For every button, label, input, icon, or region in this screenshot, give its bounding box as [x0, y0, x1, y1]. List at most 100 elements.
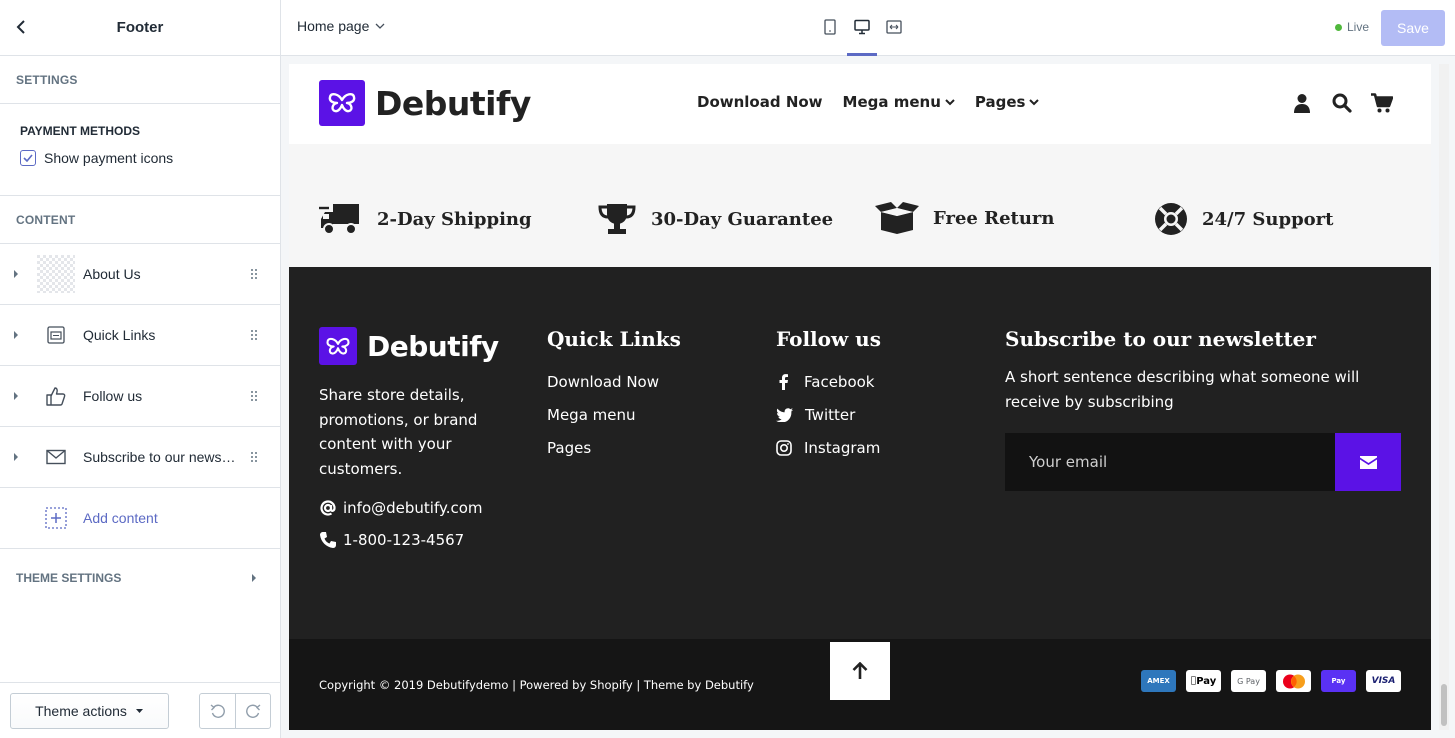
feature-return: Free Return	[875, 202, 1055, 234]
user-icon[interactable]	[1291, 92, 1313, 114]
footer-bottom-bar: Copyright © 2019 Debutifydemo | Powered …	[289, 639, 1431, 730]
preview-scrollbar[interactable]	[1439, 64, 1449, 730]
editor-sidebar: Footer SETTINGS PAYMENT METHODS Show pay…	[0, 0, 281, 738]
content-section-label: CONTENT	[0, 196, 280, 244]
drag-handle-icon[interactable]	[250, 390, 258, 402]
social-twitter[interactable]: Twitter	[776, 398, 881, 431]
trophy-icon	[598, 204, 636, 234]
block-quick-links[interactable]: Quick Links	[0, 305, 280, 366]
amex-icon: AMEX	[1141, 670, 1176, 692]
redo-button[interactable]	[235, 693, 270, 728]
footer-email-text: info@debutify.com	[343, 499, 483, 517]
block-newsletter[interactable]: Subscribe to our news…	[0, 427, 280, 488]
footer-link-mega-menu[interactable]: Mega menu	[547, 398, 681, 431]
nav-label: Mega menu	[842, 93, 941, 111]
fullscreen-view-button[interactable]	[885, 16, 903, 38]
feature-support: 24/7 Support	[1154, 202, 1333, 236]
apple-pay-label: Pay	[1193, 675, 1216, 687]
footer-newsletter: Subscribe to our newsletter A short sent…	[1005, 327, 1365, 415]
sidebar-header: Footer	[0, 0, 280, 56]
social-label: Twitter	[805, 405, 856, 424]
desktop-view-button[interactable]	[847, 16, 877, 56]
undo-redo-group	[199, 692, 271, 729]
block-label: Quick Links	[83, 327, 156, 343]
newsletter-heading: Subscribe to our newsletter	[1005, 327, 1316, 351]
social-label: Facebook	[804, 372, 875, 391]
link-label: Mega menu	[547, 405, 636, 424]
nav-pages[interactable]: Pages	[975, 93, 1040, 111]
cart-icon[interactable]	[1371, 92, 1393, 114]
payment-methods-heading: PAYMENT METHODS	[20, 124, 141, 138]
block-label: Subscribe to our news…	[83, 449, 236, 465]
social-label: Instagram	[804, 438, 881, 457]
live-status: Live	[1334, 20, 1369, 34]
search-icon[interactable]	[1331, 92, 1353, 114]
block-label: About Us	[83, 266, 141, 282]
feature-shipping: 2-Day Shipping	[319, 202, 532, 236]
page-selector[interactable]: Home page	[297, 18, 385, 34]
mobile-view-button[interactable]	[821, 16, 839, 38]
link-label: Download Now	[547, 372, 659, 391]
arrow-up-icon	[852, 662, 868, 679]
link-list-icon	[37, 316, 75, 354]
envelope-icon	[1359, 455, 1377, 469]
save-button[interactable]: Save	[1381, 10, 1445, 46]
footer-follow-us: Follow us Facebook Twitter Instagram	[776, 327, 881, 464]
butterfly-logo-icon	[319, 80, 365, 126]
phone-icon	[320, 532, 336, 548]
newsletter-submit-button[interactable]	[1335, 433, 1401, 491]
shop-pay-label: Pay	[1331, 677, 1346, 685]
scrollbar-thumb[interactable]	[1441, 684, 1447, 726]
brand-name: Debutify	[375, 83, 531, 123]
footer-quick-links: Quick Links Download Now Mega menu Pages	[547, 327, 681, 464]
feature-label: Free Return	[933, 207, 1055, 229]
desktop-icon	[854, 19, 870, 35]
back-arrow-icon[interactable]	[10, 16, 32, 38]
open-box-icon	[875, 202, 919, 234]
block-about-us[interactable]: About Us	[0, 244, 280, 305]
caret-right-icon[interactable]	[12, 391, 20, 401]
theme-actions-button[interactable]: Theme actions	[10, 692, 169, 729]
twitter-icon	[776, 407, 793, 422]
newsletter-email-input[interactable]	[1005, 433, 1335, 491]
nav-download-now[interactable]: Download Now	[697, 93, 823, 111]
social-instagram[interactable]: Instagram	[776, 431, 881, 464]
drag-handle-icon[interactable]	[250, 268, 258, 280]
footer-about-text: Share store details, promotions, or bran…	[319, 386, 478, 478]
footer-email[interactable]: info@debutify.com	[319, 499, 483, 517]
butterfly-logo-icon	[319, 327, 357, 365]
google-pay-icon: G Pay	[1231, 670, 1266, 692]
social-facebook[interactable]: Facebook	[776, 365, 881, 398]
caret-right-icon[interactable]	[12, 452, 20, 462]
block-label: Follow us	[83, 388, 143, 404]
drag-handle-icon[interactable]	[250, 329, 258, 341]
undo-button[interactable]	[200, 694, 235, 728]
feature-guarantee: 30-Day Guarantee	[597, 202, 833, 236]
caret-right-icon[interactable]	[12, 269, 20, 279]
device-switcher	[821, 16, 903, 56]
show-payment-icons-checkbox[interactable]: Show payment icons	[20, 150, 260, 166]
footer-link-download-now[interactable]: Download Now	[547, 365, 681, 398]
block-follow-us[interactable]: Follow us	[0, 366, 280, 427]
payment-settings: PAYMENT METHODS Show payment icons	[0, 104, 280, 196]
footer-link-pages[interactable]: Pages	[547, 431, 681, 464]
footer-phone[interactable]: 1-800-123-4567	[319, 531, 464, 549]
caret-right-icon[interactable]	[12, 330, 20, 340]
follow-us-heading: Follow us	[776, 327, 881, 351]
checkbox-checked-icon[interactable]	[20, 150, 36, 166]
feature-label: 30-Day Guarantee	[651, 208, 834, 230]
payment-icons: AMEX Pay G Pay Pay VISA	[1141, 670, 1401, 692]
theme-actions-label: Theme actions	[35, 702, 127, 719]
add-content-button[interactable]: Add content	[0, 488, 280, 549]
theme-settings-link[interactable]: THEME SETTINGS	[0, 549, 280, 607]
site-logo[interactable]: Debutify	[319, 80, 531, 126]
sidebar-footer: Theme actions	[0, 682, 281, 738]
footer-logo[interactable]: Debutify	[319, 327, 499, 365]
site-header: Debutify Download Now Mega menu Pages	[289, 64, 1431, 144]
page-selector-label: Home page	[297, 18, 370, 34]
drag-handle-icon[interactable]	[250, 451, 258, 463]
show-payment-icons-label: Show payment icons	[44, 150, 174, 166]
nav-mega-menu[interactable]: Mega menu	[843, 93, 955, 111]
mastercard-icon	[1276, 670, 1311, 692]
back-to-top-button[interactable]	[830, 642, 890, 700]
